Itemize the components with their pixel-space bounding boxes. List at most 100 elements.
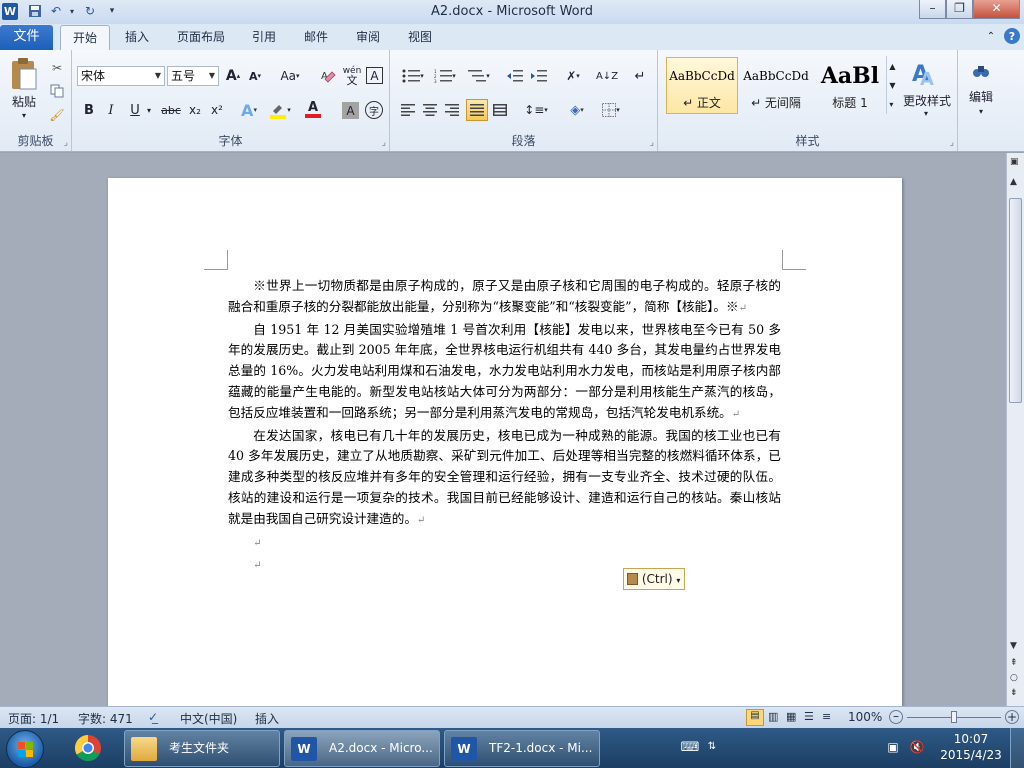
help-icon[interactable]: ? [1004, 28, 1020, 44]
tab-review[interactable]: 审阅 [346, 25, 390, 50]
previous-page-icon[interactable]: ⇞ [1010, 658, 1018, 668]
character-shading-button[interactable]: A [342, 102, 359, 119]
clear-formatting-icon[interactable]: A [318, 66, 338, 86]
show-desktop-button[interactable] [1010, 728, 1024, 768]
align-left-icon[interactable] [398, 100, 418, 120]
style-no-spacing[interactable]: AaBbCcDd ↵ 无间隔 [740, 57, 812, 114]
font-color-button[interactable]: A [300, 100, 326, 120]
styles-dialog-launcher-icon[interactable]: ⌟ [950, 138, 954, 148]
bold-button[interactable]: B [80, 100, 98, 120]
character-border-button[interactable]: A [366, 67, 383, 84]
zoom-level[interactable]: 100% [848, 710, 882, 724]
grow-font-button[interactable]: A ▴ [224, 66, 242, 86]
shrink-font-button[interactable]: A ▾ [246, 66, 264, 86]
document-body[interactable]: ※世界上一切物质都是由原子构成的，原子又是由原子核和它周围的电子构成的。轻原子核… [228, 276, 781, 577]
input-method-icon[interactable]: ⇅ [704, 736, 720, 756]
volume-muted-icon[interactable]: 🔇 [908, 738, 926, 756]
tab-file[interactable]: 文件 [0, 25, 53, 50]
strikethrough-button[interactable]: abc [158, 100, 184, 120]
taskbar-item-a2-docx[interactable]: W A2.docx - Micro... [284, 730, 440, 767]
close-button[interactable]: ✕ [973, 0, 1020, 19]
print-layout-view-icon[interactable]: ▤ [746, 709, 764, 726]
tab-mailings[interactable]: 邮件 [294, 25, 338, 50]
outline-view-icon[interactable]: ☰ [804, 710, 814, 723]
copy-icon[interactable] [49, 83, 65, 99]
document-page[interactable]: ※世界上一切物质都是由原子构成的，原子又是由原子核和它周围的电子构成的。轻原子核… [108, 178, 902, 708]
increase-indent-icon[interactable] [528, 66, 550, 86]
underline-dropdown-icon[interactable]: ▾ [144, 100, 154, 120]
sort-icon[interactable]: A↓Z [596, 66, 618, 86]
paragraph-dialog-launcher-icon[interactable]: ⌟ [650, 138, 654, 148]
change-case-button[interactable]: Aa ▾ [276, 66, 304, 86]
taskbar-item-tf2-docx[interactable]: W TF2-1.docx - Mi... [444, 730, 600, 767]
scroll-thumb[interactable] [1009, 198, 1022, 403]
minimize-ribbon-icon[interactable]: ⌃ [984, 29, 998, 43]
change-styles-button[interactable]: 更改样式 [898, 92, 956, 108]
insert-mode-status[interactable]: 插入 [255, 710, 279, 727]
paste-icon[interactable] [8, 56, 40, 92]
editing-dropdown-icon[interactable]: ▾ [975, 106, 987, 116]
taskbar-item-folder[interactable]: 考生文件夹 [124, 730, 280, 767]
format-painter-icon[interactable]: 🖌 [49, 107, 65, 123]
style-heading-1[interactable]: AaBl 标题 1 [814, 57, 886, 114]
multilevel-list-icon[interactable]: ▾ [464, 66, 494, 86]
justify-icon[interactable] [466, 99, 488, 121]
style-normal[interactable]: AaBbCcDd ↵ 正文 [666, 57, 738, 114]
ruler-toggle-icon[interactable]: ▣ [1010, 157, 1019, 167]
full-screen-reading-view-icon[interactable]: ▥ [768, 710, 778, 723]
decrease-indent-icon[interactable] [504, 66, 526, 86]
align-right-icon[interactable] [442, 100, 462, 120]
bullets-icon[interactable]: ▾ [398, 66, 428, 86]
word-count-status[interactable]: 字数: 471 [78, 710, 133, 727]
draft-view-icon[interactable]: ≡ [822, 710, 831, 723]
system-clock[interactable]: 10:07 2015/4/23 [936, 731, 1006, 763]
show-hide-marks-icon[interactable]: ↵ [630, 66, 650, 86]
superscript-button[interactable]: x² [208, 100, 226, 120]
tab-insert[interactable]: 插入 [114, 25, 160, 50]
editing-button[interactable]: 编辑 [958, 88, 1004, 104]
clipboard-dialog-launcher-icon[interactable]: ⌟ [64, 138, 68, 148]
change-styles-icon[interactable]: AA [904, 58, 944, 88]
underline-button[interactable]: U [126, 100, 144, 120]
highlight-color-button[interactable]: ▾ [266, 100, 294, 120]
select-browse-object-icon[interactable]: ○ [1010, 673, 1018, 683]
restore-button[interactable]: ❐ [946, 0, 973, 19]
distributed-align-icon[interactable] [490, 100, 510, 120]
vertical-scrollbar[interactable]: ▣ ▲ ▼ ⇞ ○ ⇟ [1006, 153, 1024, 706]
paragraph[interactable]: ※世界上一切物质都是由原子构成的，原子又是由原子核和它周围的电子构成的。轻原子核… [228, 276, 781, 320]
italic-button[interactable]: I [102, 100, 120, 120]
paragraph[interactable]: 自 1951 年 12 月美国实验增殖堆 1 号首次利用【核能】发电以来，世界核… [228, 320, 781, 426]
subscript-button[interactable]: x₂ [186, 100, 204, 120]
start-button[interactable] [6, 730, 44, 768]
enclose-characters-button[interactable]: 字 [365, 101, 383, 119]
align-center-icon[interactable] [420, 100, 440, 120]
tab-references[interactable]: 引用 [242, 25, 286, 50]
shading-icon[interactable]: ◈ ▾ [562, 100, 592, 120]
paste-button[interactable]: 粘贴 [4, 93, 44, 109]
zoom-slider-thumb[interactable] [951, 711, 957, 723]
tab-view[interactable]: 视图 [398, 25, 442, 50]
paste-options-button[interactable]: (Ctrl) ▾ [623, 568, 685, 590]
chrome-taskbar-button[interactable] [62, 730, 114, 767]
borders-icon[interactable]: ▾ [596, 100, 626, 120]
zoom-in-icon[interactable]: + [1005, 710, 1019, 724]
paragraph[interactable]: 在发达国家，核电已有几十年的发展历史，核电已成为一种成熟的能源。我国的核工业也已… [228, 426, 781, 532]
change-styles-dropdown-icon[interactable]: ▾ [920, 108, 932, 118]
keyboard-icon[interactable]: ⌨ [680, 738, 700, 756]
page-number-status[interactable]: 页面: 1/1 [8, 710, 59, 727]
proofing-icon[interactable]: ✓̲ [148, 710, 158, 724]
font-dialog-launcher-icon[interactable]: ⌟ [382, 138, 386, 148]
font-name-combo[interactable]: 宋体 ▼ [77, 66, 165, 86]
paste-dropdown-icon[interactable]: ▾ [18, 110, 30, 120]
styles-scroll-icon[interactable]: ▲ ▼ ▾ [886, 56, 898, 114]
language-status[interactable]: 中文(中国) [180, 710, 237, 727]
scroll-down-icon[interactable]: ▼ [1010, 641, 1017, 651]
text-effects-button[interactable]: A ▾ [238, 100, 260, 120]
next-page-icon[interactable]: ⇟ [1010, 688, 1018, 698]
tab-home[interactable]: 开始 [60, 25, 110, 50]
empty-paragraph[interactable]: ↵ [228, 532, 781, 555]
web-layout-view-icon[interactable]: ▦ [786, 710, 796, 723]
minimize-button[interactable]: – [919, 0, 946, 19]
numbering-icon[interactable]: 1 2 3 ▾ [430, 66, 460, 86]
cut-icon[interactable]: ✂ [49, 60, 65, 76]
